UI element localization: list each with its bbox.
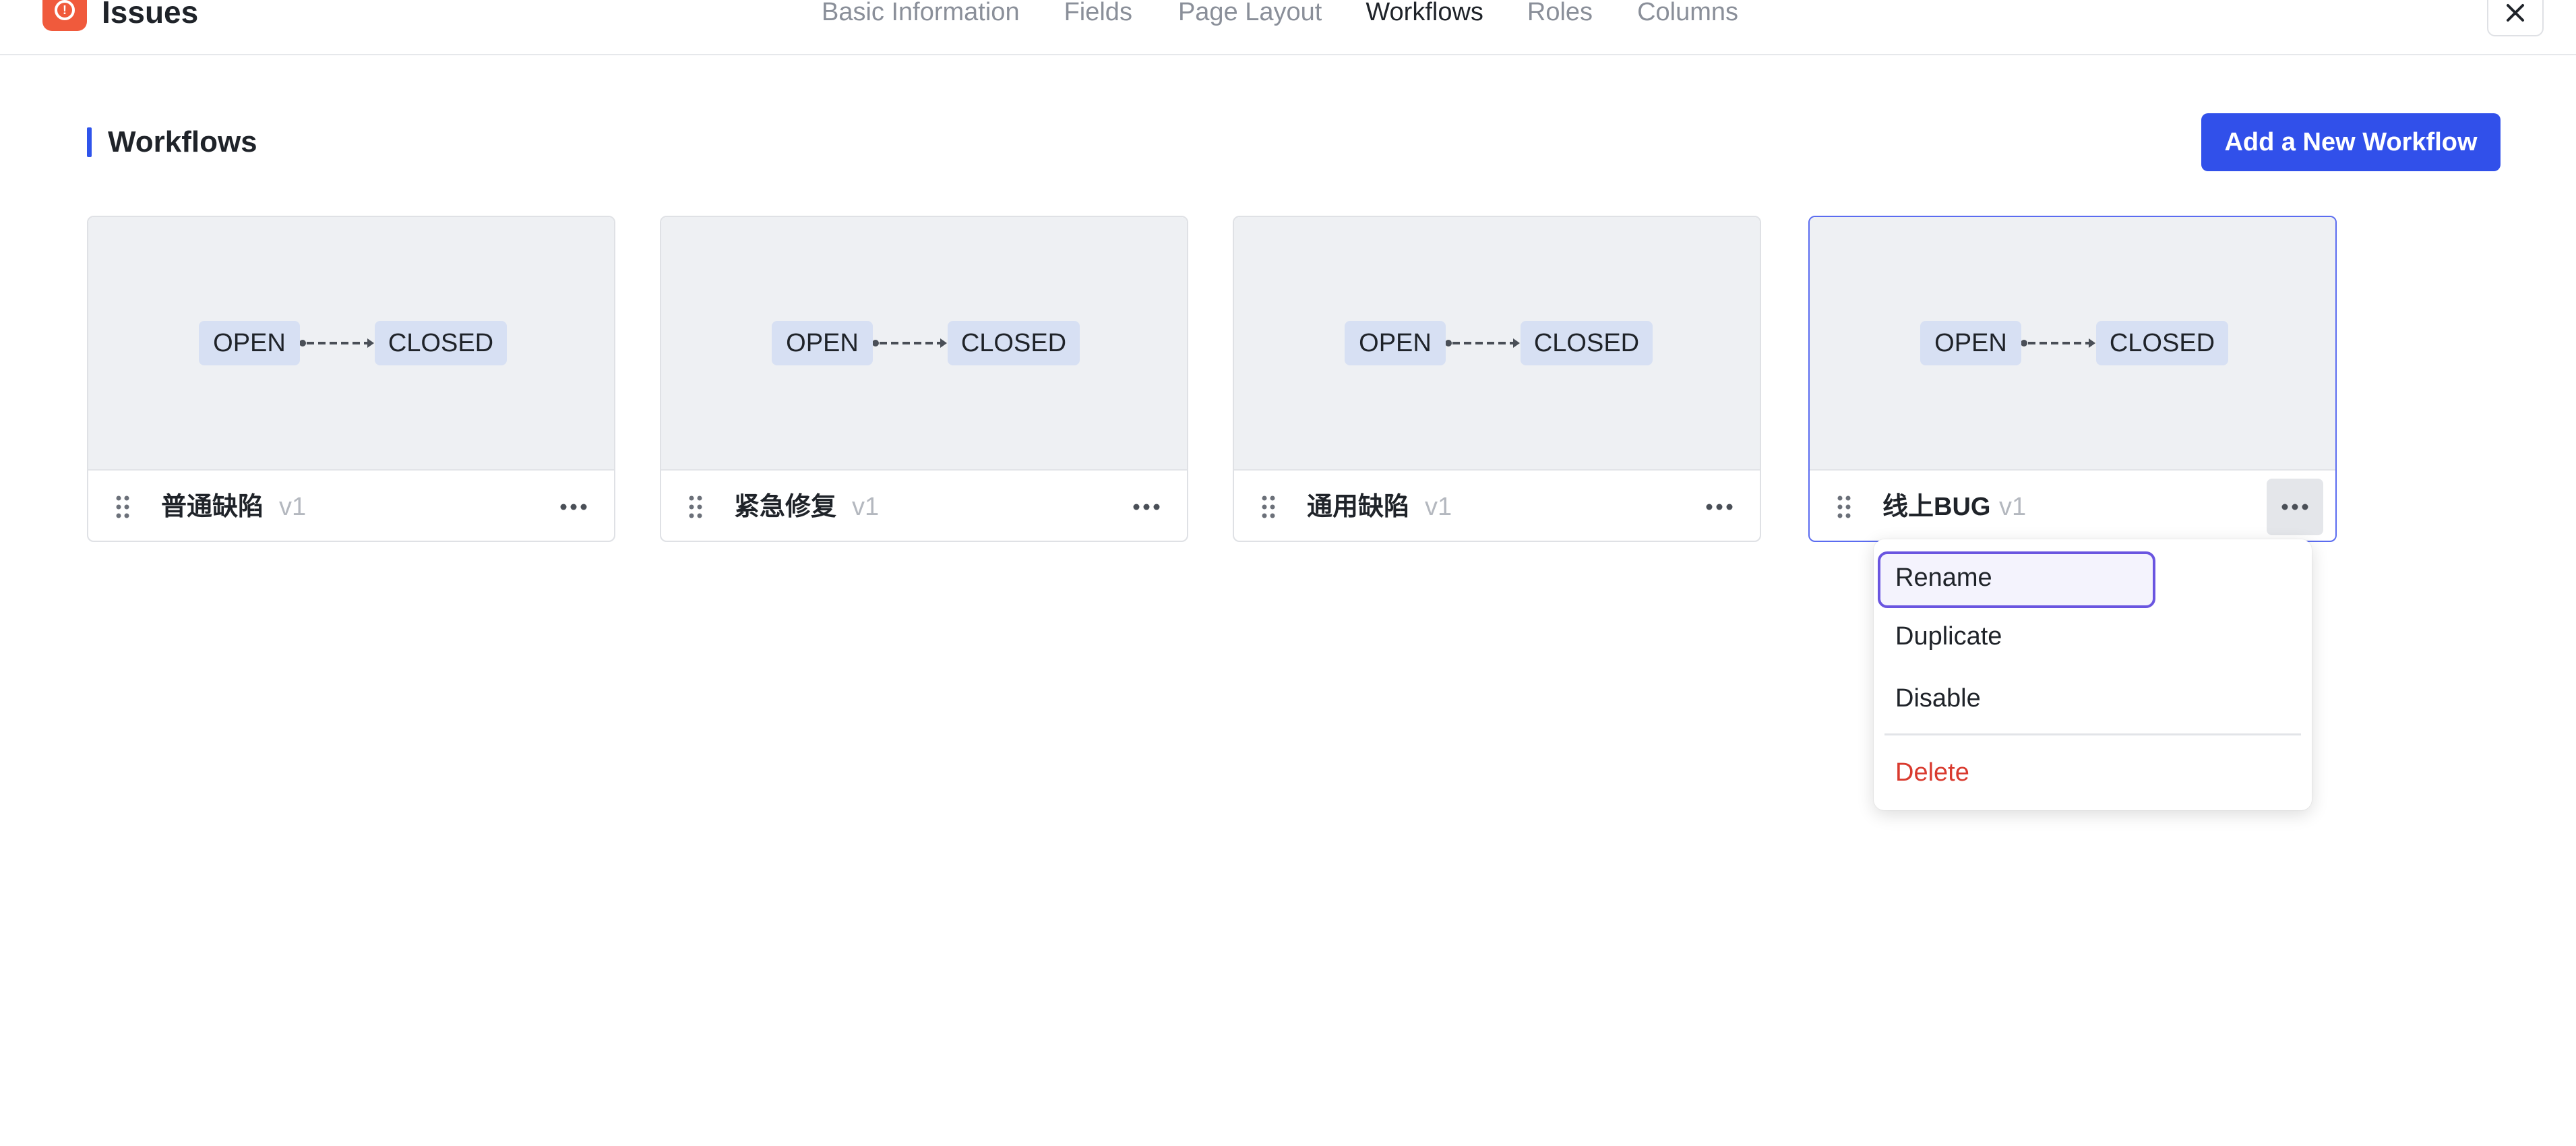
tab-fields[interactable]: Fields <box>1064 0 1132 30</box>
workflow-name: 普通缺陷 <box>161 493 264 521</box>
alert-circle-icon: ! <box>42 0 87 31</box>
workflow-preview: OPEN CLOSED <box>1810 217 2335 471</box>
workflow-card[interactable]: OPEN CLOSED 普通缺陷 v1 <box>87 216 615 542</box>
workflow-card[interactable]: OPEN CLOSED 通用缺陷 v1 <box>1233 216 1761 542</box>
section-title: Workflows <box>108 125 257 158</box>
transition-arrow <box>1446 338 1520 348</box>
workflow-card-selected[interactable]: OPEN CLOSED 线上BUG v1 <box>1808 216 2337 542</box>
transition-arrow <box>2021 338 2095 348</box>
workflow-version: v1 <box>279 493 307 521</box>
more-horizontal-icon <box>2281 504 2308 510</box>
more-horizontal-icon <box>560 504 587 510</box>
tab-roles[interactable]: Roles <box>1527 0 1593 30</box>
workflow-preview: OPEN CLOSED <box>1234 217 1760 471</box>
state-closed: CLOSED <box>948 321 1080 365</box>
workflow-version: v1 <box>1999 493 2027 521</box>
workflow-preview: OPEN CLOSED <box>88 217 614 471</box>
menu-item-rename[interactable]: Rename <box>1878 551 2155 608</box>
add-workflow-button[interactable]: Add a New Workflow <box>2201 113 2501 171</box>
menu-item-duplicate[interactable]: Duplicate <box>1878 609 2308 664</box>
workflow-options-menu: Rename Duplicate Disable Delete <box>1874 539 2312 810</box>
more-options-button[interactable] <box>1118 479 1175 535</box>
menu-item-delete[interactable]: Delete <box>1878 745 2308 800</box>
more-horizontal-icon <box>1706 504 1733 510</box>
menu-divider <box>1884 733 2301 735</box>
workflow-name: 线上BUG <box>1882 493 1991 521</box>
card-footer: 通用缺陷 v1 <box>1234 471 1760 541</box>
state-open: OPEN <box>199 321 300 365</box>
more-options-button[interactable] <box>2267 479 2323 535</box>
app-root: ! Issues Basic Information Fields Page L… <box>0 0 2576 1146</box>
app-title: Issues <box>102 0 199 30</box>
state-open: OPEN <box>1920 321 2021 365</box>
close-button[interactable] <box>2487 0 2544 36</box>
more-horizontal-icon <box>1133 504 1160 510</box>
card-footer: 线上BUG v1 <box>1810 471 2335 541</box>
close-icon <box>2507 4 2524 22</box>
menu-item-disable[interactable]: Disable <box>1878 671 2308 726</box>
workflow-name: 紧急修复 <box>734 493 837 521</box>
workflow-card[interactable]: OPEN CLOSED 紧急修复 v1 <box>660 216 1188 542</box>
tab-basic-information[interactable]: Basic Information <box>822 0 1020 30</box>
drag-handle-icon[interactable] <box>688 495 703 519</box>
state-closed: CLOSED <box>1521 321 1653 365</box>
top-bar: ! Issues Basic Information Fields Page L… <box>0 0 2576 55</box>
state-open: OPEN <box>1345 321 1446 365</box>
drag-handle-icon[interactable] <box>1837 495 1851 519</box>
workflow-version: v1 <box>852 493 880 521</box>
state-closed: CLOSED <box>375 321 507 365</box>
tab-columns[interactable]: Columns <box>1637 0 1738 30</box>
workflow-name: 通用缺陷 <box>1307 493 1410 521</box>
more-options-button[interactable] <box>1691 479 1748 535</box>
section-marker <box>87 127 92 157</box>
state-closed: CLOSED <box>2096 321 2228 365</box>
transition-arrow <box>300 338 374 348</box>
drag-handle-icon[interactable] <box>115 495 130 519</box>
more-options-button[interactable] <box>545 479 602 535</box>
tab-workflows[interactable]: Workflows <box>1366 0 1483 30</box>
state-open: OPEN <box>772 321 873 365</box>
nav-tabs: Basic Information Fields Page Layout Wor… <box>822 0 1738 30</box>
tab-page-layout[interactable]: Page Layout <box>1178 0 1322 30</box>
workflow-version: v1 <box>1425 493 1452 521</box>
drag-handle-icon[interactable] <box>1261 495 1276 519</box>
workflow-preview: OPEN CLOSED <box>661 217 1187 471</box>
transition-arrow <box>873 338 947 348</box>
card-footer: 普通缺陷 v1 <box>88 471 614 541</box>
card-footer: 紧急修复 v1 <box>661 471 1187 541</box>
